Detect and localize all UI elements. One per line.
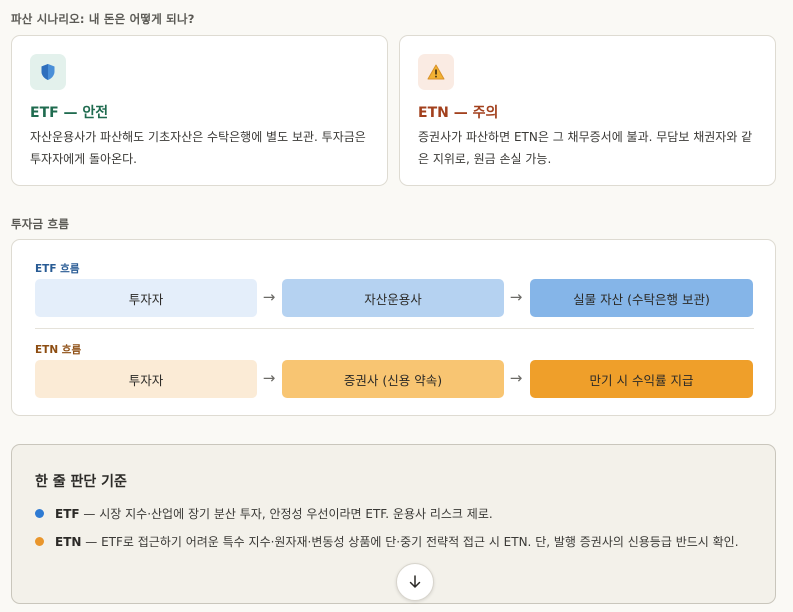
etf-icon-box <box>30 54 66 90</box>
bullet-dot-icon <box>35 537 44 546</box>
arrow-right-icon: → <box>509 369 523 387</box>
arrow-down-icon <box>409 575 421 588</box>
flow-label: 투자금 흐름 <box>11 217 70 231</box>
arrow-right-icon: → <box>262 288 276 306</box>
etf-flow-step-asset-manager: 자산운용사 <box>282 279 504 317</box>
etn-flow-step-investor: 투자자 <box>35 360 257 398</box>
etf-card-title: ETF — 안전 <box>30 105 109 121</box>
scroll-down-button[interactable] <box>396 563 434 601</box>
criteria-text: — 시장 지수·산업에 장기 분산 투자, 안정성 우선이라면 ETF. 운용사… <box>79 507 493 521</box>
criteria-item-etn: ETN — ETF로 접근하기 어려운 특수 지수·원자재·변동성 상품에 단·… <box>35 531 750 553</box>
etn-flow-step-securities: 증권사 (신용 약속) <box>282 360 504 398</box>
etn-card: ETN — 주의 증권사가 파산하면 ETN은 그 채무증서에 불과. 무담보 … <box>399 35 776 186</box>
etn-flow-step-maturity-payout: 만기 시 수익률 지급 <box>530 360 753 398</box>
criteria-panel: 한 줄 판단 기준 ETF — 시장 지수·산업에 장기 분산 투자, 안정성 … <box>11 444 776 604</box>
etn-icon-box <box>418 54 454 90</box>
scenario-label: 파산 시나리오: 내 돈은 어떻게 되나? <box>11 12 195 26</box>
etn-flow-row: 투자자 → 증권사 (신용 약속) → 만기 시 수익률 지급 <box>35 360 754 398</box>
etn-flow-tag: ETN 흐름 <box>35 344 82 356</box>
etf-flow-step-investor: 투자자 <box>35 279 257 317</box>
warning-icon <box>427 64 445 80</box>
arrow-right-icon: → <box>262 369 276 387</box>
etf-flow-row: 투자자 → 자산운용사 → 실물 자산 (수탁은행 보관) <box>35 279 754 317</box>
etf-flow-step-physical-asset: 실물 자산 (수탁은행 보관) <box>530 279 753 317</box>
etn-card-text: 증권사가 파산하면 ETN은 그 채무증서에 불과. 무담보 채권자와 같은 지… <box>418 130 753 166</box>
criteria-term: ETF <box>55 507 80 521</box>
arrow-right-icon: → <box>509 288 523 306</box>
etn-card-title: ETN — 주의 <box>418 105 499 121</box>
investment-flow-panel: ETF 흐름 투자자 → 자산운용사 → 실물 자산 (수탁은행 보관) ETN… <box>11 239 776 416</box>
etf-card: ETF — 안전 자산운용사가 파산해도 기초자산은 수탁은행에 별도 보관. … <box>11 35 388 186</box>
criteria-item-etf: ETF — 시장 지수·산업에 장기 분산 투자, 안정성 우선이라면 ETF.… <box>35 503 750 525</box>
etf-flow-tag: ETF 흐름 <box>35 263 80 275</box>
criteria-text: — ETF로 접근하기 어려운 특수 지수·원자재·변동성 상품에 단·중기 전… <box>81 535 739 549</box>
flow-divider <box>35 328 754 329</box>
criteria-title: 한 줄 판단 기준 <box>35 474 127 490</box>
etf-card-text: 자산운용사가 파산해도 기초자산은 수탁은행에 별도 보관. 투자금은 투자자에… <box>30 130 366 166</box>
criteria-term: ETN <box>55 535 82 549</box>
shield-icon <box>41 64 55 80</box>
bullet-dot-icon <box>35 509 44 518</box>
